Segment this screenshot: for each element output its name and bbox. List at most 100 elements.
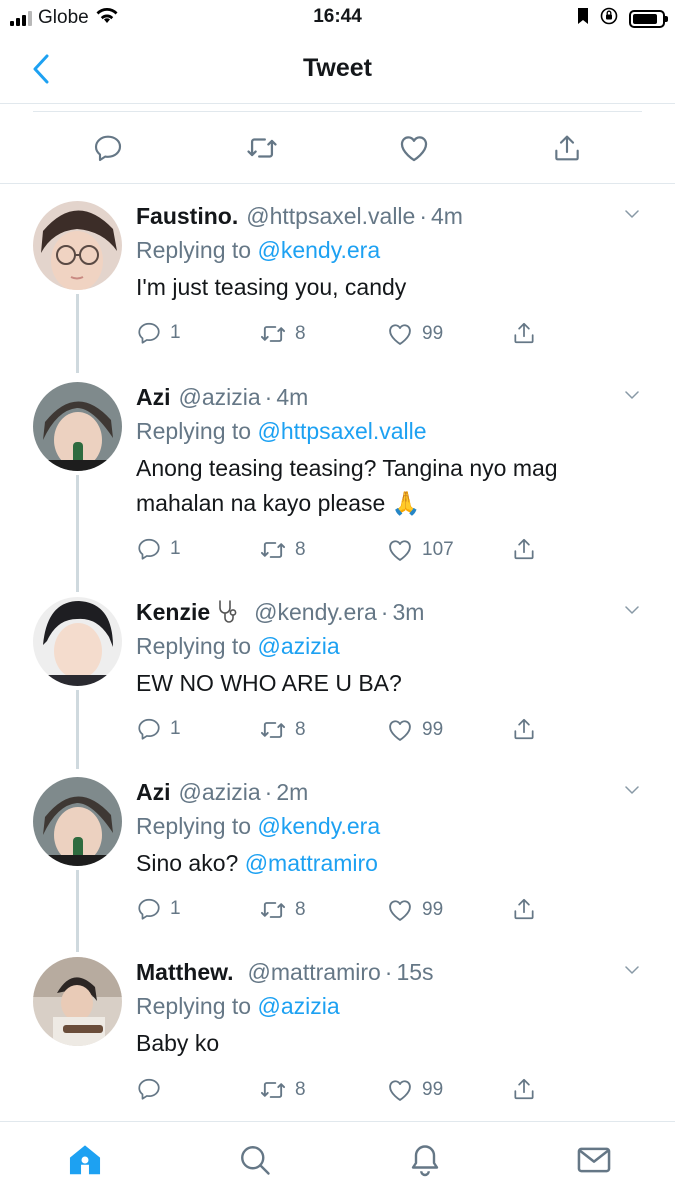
tweet-content: Kenzie @kendy.era · 3m Replying to @aziz… — [136, 597, 641, 701]
share-icon — [511, 896, 537, 922]
reply-tweet[interactable]: Azi @azizia · 2m Replying to @kendy.era … — [0, 767, 675, 952]
avatar[interactable] — [33, 957, 122, 1046]
avatar[interactable] — [33, 777, 122, 866]
like-button[interactable]: 107 — [386, 536, 454, 564]
bookmark-icon — [577, 8, 589, 29]
tweet-actions: 1 8 99 — [136, 716, 546, 744]
tweet-text-line: Anong teasing teasing? Tangina nyo mag — [136, 455, 558, 481]
reply-button[interactable] — [136, 1076, 170, 1102]
mention-link[interactable]: @azizia — [257, 993, 339, 1019]
reply-icon — [136, 320, 162, 346]
reply-button[interactable]: 1 — [136, 716, 181, 742]
handle[interactable]: @azizia — [179, 777, 261, 807]
search-icon — [241, 1146, 270, 1175]
separator-dot: · — [419, 203, 428, 229]
nav-bar: Tweet — [0, 36, 675, 104]
retweet-button[interactable]: 8 — [259, 320, 306, 348]
mention-link[interactable]: @kendy.era — [257, 237, 380, 263]
display-name[interactable]: Kenzie — [136, 597, 210, 627]
replying-to: Replying to @azizia — [136, 991, 641, 1021]
display-name[interactable]: Azi — [136, 382, 171, 412]
retweet-count: 8 — [295, 539, 306, 560]
retweet-button[interactable]: 8 — [259, 896, 306, 924]
tweet-text: Baby ko — [136, 1030, 220, 1056]
like-button[interactable]: 99 — [386, 896, 443, 924]
handle[interactable]: @kendy.era — [254, 597, 377, 627]
tab-bar — [0, 1121, 675, 1200]
handle[interactable]: @httpsaxel.valle — [246, 201, 415, 231]
status-time: 16:44 — [313, 6, 362, 27]
reply-button[interactable]: 1 — [136, 536, 181, 562]
share-button[interactable] — [511, 1076, 537, 1102]
retweet-icon — [259, 716, 287, 744]
tab-search[interactable] — [235, 1140, 275, 1180]
heart-icon — [386, 536, 414, 564]
share-button[interactable] — [511, 536, 537, 562]
separator-dot: · — [380, 599, 389, 625]
retweet-button[interactable]: 8 — [259, 536, 306, 564]
main-retweet-button[interactable] — [244, 130, 280, 166]
reply-icon — [136, 536, 162, 562]
chevron-down-icon[interactable] — [623, 781, 641, 799]
reply-icon — [92, 132, 124, 164]
retweet-count: 8 — [295, 719, 306, 740]
mention-link[interactable]: @kendy.era — [257, 813, 380, 839]
retweet-button[interactable]: 8 — [259, 716, 306, 744]
replying-to: Replying to @kendy.era — [136, 811, 641, 841]
share-button[interactable] — [511, 896, 537, 922]
reply-tweet[interactable]: Kenzie @kendy.era · 3m Replying to @aziz… — [0, 597, 675, 767]
like-button[interactable]: 99 — [386, 320, 443, 348]
tweet-content: Azi @azizia · 2m Replying to @kendy.era … — [136, 777, 641, 881]
share-button[interactable] — [511, 320, 537, 346]
thread-line — [76, 870, 79, 952]
mention-link[interactable]: @azizia — [257, 633, 339, 659]
tweet-text: I'm just teasing you, candy — [136, 274, 407, 300]
replying-to: Replying to @kendy.era — [136, 235, 641, 265]
tab-home[interactable] — [65, 1140, 105, 1180]
display-name[interactable]: Matthew. — [136, 957, 234, 987]
home-icon — [69, 1145, 101, 1175]
reply-button[interactable]: 1 — [136, 320, 181, 346]
share-button[interactable] — [511, 716, 537, 742]
tweet-actions: 8 99 — [136, 1076, 546, 1104]
chevron-down-icon[interactable] — [623, 386, 641, 404]
reply-tweet[interactable]: Faustino. @httpsaxel.valle · 4m Replying… — [0, 201, 675, 371]
chevron-down-icon[interactable] — [623, 601, 641, 619]
share-icon — [511, 536, 537, 562]
reply-button[interactable]: 1 — [136, 896, 181, 922]
display-name[interactable]: Azi — [136, 777, 171, 807]
tweet-content: Matthew. @mattramiro · 15s Replying to @… — [136, 957, 641, 1061]
messages-icon — [577, 1147, 611, 1173]
tweet-text-line: mahalan na kayo please 🙏 — [136, 486, 641, 521]
display-name[interactable]: Faustino. — [136, 201, 238, 231]
tweet-text-segment: mahalan na kayo please — [136, 490, 386, 516]
main-like-button[interactable] — [396, 130, 432, 166]
main-reply-button[interactable] — [90, 130, 126, 166]
handle[interactable]: @azizia — [179, 382, 261, 412]
retweet-count: 8 — [295, 1079, 306, 1100]
status-right — [577, 7, 668, 30]
retweet-count: 8 — [295, 323, 306, 344]
like-count: 99 — [422, 323, 444, 344]
avatar[interactable] — [33, 382, 122, 471]
chevron-down-icon[interactable] — [623, 205, 641, 223]
tab-messages[interactable] — [574, 1140, 614, 1180]
handle[interactable]: @mattramiro — [248, 957, 381, 987]
mention-link[interactable]: @httpsaxel.valle — [257, 418, 426, 444]
chevron-down-icon[interactable] — [623, 961, 641, 979]
reply-tweet[interactable]: Matthew. @mattramiro · 15s Replying to @… — [0, 957, 675, 1117]
reply-tweet[interactable]: Azi @azizia · 4m Replying to @httpsaxel.… — [0, 371, 675, 592]
like-button[interactable]: 99 — [386, 1076, 443, 1104]
tweet-actions: 1 8 107 — [136, 536, 546, 564]
avatar[interactable] — [33, 201, 122, 290]
like-button[interactable]: 99 — [386, 716, 443, 744]
timestamp: 2m — [276, 779, 309, 805]
retweet-button[interactable]: 8 — [259, 1076, 306, 1104]
tab-notifications[interactable] — [405, 1140, 445, 1180]
avatar[interactable] — [33, 597, 122, 686]
mention-link[interactable]: @mattramiro — [245, 850, 378, 876]
notifications-icon — [411, 1145, 439, 1177]
separator-dot: · — [384, 959, 393, 985]
main-share-button[interactable] — [549, 130, 585, 166]
separator-dot: · — [264, 779, 273, 805]
